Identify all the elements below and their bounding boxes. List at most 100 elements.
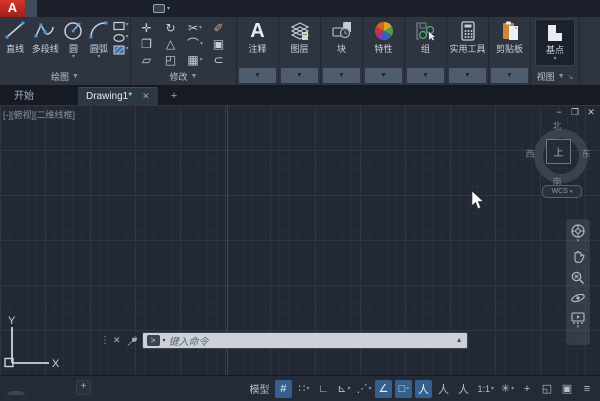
ribbon-tab[interactable] bbox=[109, 0, 121, 17]
panel-utilities[interactable]: 实用工具 ▼ bbox=[447, 17, 489, 85]
panel-view-footer[interactable]: 视图 ▼ ↘ bbox=[531, 69, 579, 84]
layout-tab[interactable] bbox=[28, 391, 48, 395]
status-toggle-annotation-autoscale[interactable]: 人 bbox=[435, 380, 452, 398]
drawing-area[interactable]: [-][俯视][二维线框] − ❐ ✕ 北 南 西 东 上 WCS ▾ ▾ bbox=[0, 105, 600, 375]
modify-tool-fillet[interactable]: ⌒ ▾ bbox=[187, 37, 203, 51]
panel-annotation-expand[interactable]: ▼ bbox=[239, 68, 276, 83]
status-toggle-isolate[interactable]: ◱ bbox=[539, 380, 556, 398]
close-icon[interactable]: ✕ bbox=[586, 107, 596, 118]
tab-start[interactable]: 开始 bbox=[0, 88, 48, 105]
command-line-close-icon[interactable]: ✕ bbox=[113, 335, 121, 346]
status-toggle-customize[interactable]: ≡ bbox=[579, 380, 596, 398]
modify-tool-mirror[interactable]: △ bbox=[166, 37, 176, 51]
panel-block-expand[interactable]: ▼ bbox=[323, 68, 360, 83]
viewcube-top-face[interactable]: 上 bbox=[546, 139, 571, 164]
modify-tool-offset[interactable]: ⊂ bbox=[213, 53, 224, 67]
status-toggle-clean-screen[interactable]: ▣ bbox=[559, 380, 576, 398]
mouse-cursor bbox=[471, 191, 485, 210]
command-prompt-icon[interactable]: > bbox=[147, 335, 160, 346]
wcs-dropdown[interactable]: WCS ▾ bbox=[542, 185, 582, 198]
tool-line[interactable]: 直线 bbox=[1, 18, 29, 60]
panel-groups-expand[interactable]: ▼ bbox=[407, 68, 444, 83]
status-toggle-workspace[interactable]: ✳ ▾ bbox=[499, 380, 516, 398]
layout-tab[interactable] bbox=[6, 391, 26, 395]
basepoint-button[interactable]: 基点 ▾ bbox=[535, 19, 575, 66]
panel-modify-footer[interactable]: 修改▼ bbox=[131, 69, 236, 84]
orbit-icon[interactable] bbox=[570, 291, 586, 305]
ribbon-tab[interactable] bbox=[37, 0, 49, 17]
rectangle-tool[interactable]: ▾ bbox=[113, 20, 129, 31]
draw-extra-tools: ▾ ▾ ▾ bbox=[112, 18, 129, 60]
modify-tool-scale[interactable]: ◰ bbox=[165, 53, 177, 67]
modify-tool-erase[interactable]: ✐ bbox=[213, 21, 224, 35]
new-tab-button[interactable]: + bbox=[166, 88, 182, 105]
panel-layers[interactable]: 图层 ▼ bbox=[279, 17, 321, 85]
basepoint-icon bbox=[545, 23, 565, 45]
panel-groups[interactable]: 组 ▼ bbox=[405, 17, 447, 85]
ribbon-tab[interactable] bbox=[121, 0, 133, 17]
customize-wrench-icon[interactable] bbox=[125, 334, 138, 347]
showmotion-icon[interactable] bbox=[570, 311, 586, 325]
modify-tool-icon: ◰ bbox=[165, 53, 176, 67]
command-line-grip[interactable]: ⋮ bbox=[100, 335, 109, 346]
panel-properties-expand[interactable]: ▼ bbox=[365, 68, 402, 83]
modify-tool-stretch[interactable]: ▱ bbox=[142, 53, 152, 67]
ribbon-tab[interactable] bbox=[97, 0, 109, 17]
modify-tool-move[interactable]: ✛ bbox=[141, 21, 152, 35]
tool-circle[interactable]: 圆 ▾ bbox=[61, 18, 85, 60]
panel-clipboard[interactable]: 剪贴板 ▼ bbox=[489, 17, 531, 85]
tool-polyline[interactable]: 多段线 bbox=[29, 18, 61, 60]
panel-utilities-expand[interactable]: ▼ bbox=[449, 68, 486, 83]
command-input[interactable]: > ▾ 键入命令 ▲ bbox=[142, 332, 468, 349]
status-toggle-grid[interactable]: # bbox=[275, 380, 292, 398]
modify-tool-rotate[interactable]: ↻ bbox=[165, 21, 176, 35]
ribbon-tab[interactable] bbox=[133, 0, 145, 17]
panel-properties[interactable]: 特性 ▼ bbox=[363, 17, 405, 85]
panel-draw-footer[interactable]: 绘图▼ bbox=[0, 69, 130, 84]
modify-tool-copy[interactable]: ❐ bbox=[141, 37, 153, 51]
status-toggle-snap[interactable]: ∷ ▾ bbox=[295, 380, 312, 398]
command-history-arrow[interactable]: ▲ bbox=[456, 337, 463, 344]
ribbon-tab[interactable] bbox=[73, 0, 85, 17]
app-logo-icon[interactable]: A bbox=[0, 0, 25, 17]
status-toggle-scale[interactable]: 1:1 ▾ bbox=[475, 380, 496, 398]
hatch-tool[interactable]: ▾ bbox=[113, 44, 129, 55]
model-space-button[interactable]: 模型 bbox=[249, 381, 269, 396]
viewcube-north[interactable]: 北 bbox=[551, 119, 563, 132]
viewcube-east[interactable]: 东 bbox=[580, 147, 592, 160]
panel-layers-expand[interactable]: ▼ bbox=[281, 68, 318, 83]
ribbon-tab[interactable] bbox=[61, 0, 73, 17]
zoom-icon[interactable] bbox=[570, 270, 586, 286]
minimize-icon[interactable]: − bbox=[554, 107, 564, 118]
status-toggle-iso-draft[interactable]: ⋰ ▾ bbox=[355, 380, 372, 398]
ribbon-tab[interactable] bbox=[49, 0, 61, 17]
status-toggle-annotation-visibility[interactable]: 人 bbox=[415, 380, 432, 398]
modify-tool-trim[interactable]: ✂ ▾ bbox=[188, 21, 202, 35]
navigation-wheel-icon[interactable] bbox=[570, 223, 586, 239]
layout-tab[interactable] bbox=[50, 391, 70, 395]
restore-icon[interactable]: ❐ bbox=[570, 107, 580, 118]
modify-tool-array[interactable]: ▦ ▾ bbox=[187, 53, 202, 67]
tab-drawing1[interactable]: Drawing1* ✕ bbox=[78, 87, 158, 105]
tool-arc[interactable]: 圆弧 ▾ bbox=[86, 18, 112, 60]
status-toggle-object-snap[interactable]: □ ▾ bbox=[395, 380, 412, 398]
status-toggle-object-snap-tracking[interactable]: ∠ bbox=[375, 380, 392, 398]
panel-block[interactable]: 块 ▼ bbox=[321, 17, 363, 85]
ellipse-tool[interactable]: ▾ bbox=[113, 32, 129, 43]
status-toggle-annotation-scale[interactable]: 人 bbox=[455, 380, 472, 398]
status-toggle-polar-tracking[interactable]: ⊾ ▾ bbox=[335, 380, 352, 398]
viewport-controls-label[interactable]: [-][俯视][二维线框] bbox=[3, 108, 75, 121]
status-toggle-crosshair[interactable]: + bbox=[519, 380, 536, 398]
ribbon-display-toggle[interactable]: ▾ bbox=[153, 0, 170, 17]
modify-tool-explode[interactable]: ▣ bbox=[213, 37, 225, 51]
panel-dialog-launcher-icon[interactable]: ↘ bbox=[568, 73, 574, 81]
new-layout-button[interactable]: + bbox=[76, 380, 91, 395]
panel-annotation[interactable]: A 注释 ▼ bbox=[237, 17, 279, 85]
pan-hand-icon[interactable] bbox=[570, 248, 586, 265]
viewcube-west[interactable]: 西 bbox=[524, 147, 536, 160]
status-toggle-ortho[interactable]: ∟ bbox=[315, 380, 332, 398]
ribbon-tab[interactable] bbox=[25, 0, 37, 17]
panel-clipboard-expand[interactable]: ▼ bbox=[491, 68, 528, 83]
tab-close-icon[interactable]: ✕ bbox=[142, 88, 150, 105]
ribbon-tab[interactable] bbox=[85, 0, 97, 17]
